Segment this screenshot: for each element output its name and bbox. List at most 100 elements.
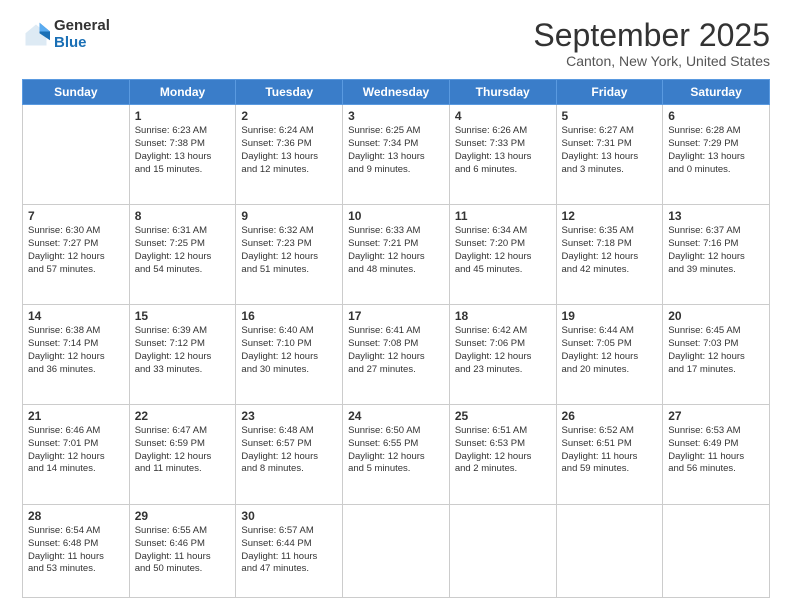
cell-content: Sunrise: 6:24 AM Sunset: 7:36 PM Dayligh… — [241, 125, 337, 176]
table-row: 5 Sunrise: 6:27 AM Sunset: 7:31 PM Daylig… — [556, 105, 663, 205]
table-row: 21 Sunrise: 6:46 AM Sunset: 7:01 PM Dayli… — [23, 405, 130, 505]
location: Canton, New York, United States — [533, 53, 770, 69]
day-number: 24 — [348, 409, 444, 423]
cell-content: Sunrise: 6:26 AM Sunset: 7:33 PM Dayligh… — [455, 125, 551, 176]
day-number: 21 — [28, 409, 124, 423]
cell-content: Sunrise: 6:52 AM Sunset: 6:51 PM Dayligh… — [562, 425, 658, 476]
table-row — [23, 105, 130, 205]
table-row: 17Sunrise: 6:41 AM Sunset: 7:08 PM Dayli… — [343, 305, 450, 405]
day-number: 5 — [562, 109, 658, 123]
cell-content: Sunrise: 6:32 AM Sunset: 7:23 PM Dayligh… — [241, 225, 337, 276]
day-number: 29 — [135, 509, 231, 523]
page: General Blue September 2025 Canton, New … — [0, 0, 792, 612]
table-row: 14 Sunrise: 6:38 AM Sunset: 7:14 PM Dayli… — [23, 305, 130, 405]
cell-content: Sunrise: 6:47 AM Sunset: 6:59 PM Dayligh… — [135, 425, 231, 476]
day-number: 7 — [28, 209, 124, 223]
table-row: 27 Sunrise: 6:53 AM Sunset: 6:49 PM Dayli… — [663, 405, 770, 505]
cell-content: Sunrise: 6:42 AM Sunset: 7:06 PM Dayligh… — [455, 325, 551, 376]
day-number: 18 — [455, 309, 551, 323]
day-number: 1 — [135, 109, 231, 123]
table-row: 12 Sunrise: 6:35 AM Sunset: 7:18 PM Dayli… — [556, 205, 663, 305]
table-row: 30 Sunrise: 6:57 AM Sunset: 6:44 PM Dayli… — [236, 505, 343, 598]
day-number: 13 — [668, 209, 764, 223]
col-tuesday: Tuesday — [236, 80, 343, 105]
day-number: 8 — [135, 209, 231, 223]
month-title: September 2025 — [533, 18, 770, 53]
cell-content: Sunrise: 6:46 AM Sunset: 7:01 PM Dayligh… — [28, 425, 124, 476]
day-number: 19 — [562, 309, 658, 323]
day-number: 26 — [562, 409, 658, 423]
table-row: 6Sunrise: 6:28 AM Sunset: 7:29 PM Daylig… — [663, 105, 770, 205]
day-number: 27 — [668, 409, 764, 423]
cell-content: Sunrise: 6:25 AM Sunset: 7:34 PM Dayligh… — [348, 125, 444, 176]
cell-content: Sunrise: 6:35 AM Sunset: 7:18 PM Dayligh… — [562, 225, 658, 276]
cell-content: Sunrise: 6:51 AM Sunset: 6:53 PM Dayligh… — [455, 425, 551, 476]
table-row: 25 Sunrise: 6:51 AM Sunset: 6:53 PM Dayli… — [449, 405, 556, 505]
cell-content: Sunrise: 6:53 AM Sunset: 6:49 PM Dayligh… — [668, 425, 764, 476]
day-number: 14 — [28, 309, 124, 323]
table-row: 20 Sunrise: 6:45 AM Sunset: 7:03 PM Dayli… — [663, 305, 770, 405]
logo-icon — [22, 21, 50, 49]
col-monday: Monday — [129, 80, 236, 105]
day-number: 15 — [135, 309, 231, 323]
table-row: 1 Sunrise: 6:23 AM Sunset: 7:38 PM Daylig… — [129, 105, 236, 205]
table-row: 8 Sunrise: 6:31 AM Sunset: 7:25 PM Daylig… — [129, 205, 236, 305]
table-row — [663, 505, 770, 598]
day-number: 12 — [562, 209, 658, 223]
logo: General Blue — [22, 18, 110, 51]
cell-content: Sunrise: 6:54 AM Sunset: 6:48 PM Dayligh… — [28, 525, 124, 576]
cell-content: Sunrise: 6:48 AM Sunset: 6:57 PM Dayligh… — [241, 425, 337, 476]
day-number: 25 — [455, 409, 551, 423]
table-row: 16 Sunrise: 6:40 AM Sunset: 7:10 PM Dayli… — [236, 305, 343, 405]
cell-content: Sunrise: 6:39 AM Sunset: 7:12 PM Dayligh… — [135, 325, 231, 376]
cell-content: Sunrise: 6:45 AM Sunset: 7:03 PM Dayligh… — [668, 325, 764, 376]
col-saturday: Saturday — [663, 80, 770, 105]
day-number: 4 — [455, 109, 551, 123]
day-number: 6 — [668, 109, 764, 123]
table-row: 11Sunrise: 6:34 AM Sunset: 7:20 PM Dayli… — [449, 205, 556, 305]
cell-content: Sunrise: 6:27 AM Sunset: 7:31 PM Dayligh… — [562, 125, 658, 176]
day-number: 3 — [348, 109, 444, 123]
table-row: 22 Sunrise: 6:47 AM Sunset: 6:59 PM Dayli… — [129, 405, 236, 505]
cell-content: Sunrise: 6:40 AM Sunset: 7:10 PM Dayligh… — [241, 325, 337, 376]
table-row — [449, 505, 556, 598]
cell-content: Sunrise: 6:57 AM Sunset: 6:44 PM Dayligh… — [241, 525, 337, 576]
cell-content: Sunrise: 6:38 AM Sunset: 7:14 PM Dayligh… — [28, 325, 124, 376]
table-row: 2Sunrise: 6:24 AM Sunset: 7:36 PM Daylig… — [236, 105, 343, 205]
col-wednesday: Wednesday — [343, 80, 450, 105]
table-row: 23Sunrise: 6:48 AM Sunset: 6:57 PM Dayli… — [236, 405, 343, 505]
cell-content: Sunrise: 6:55 AM Sunset: 6:46 PM Dayligh… — [135, 525, 231, 576]
cell-content: Sunrise: 6:31 AM Sunset: 7:25 PM Dayligh… — [135, 225, 231, 276]
header: General Blue September 2025 Canton, New … — [22, 18, 770, 69]
logo-general: General — [54, 18, 110, 35]
table-row: 26 Sunrise: 6:52 AM Sunset: 6:51 PM Dayli… — [556, 405, 663, 505]
day-number: 28 — [28, 509, 124, 523]
col-friday: Friday — [556, 80, 663, 105]
table-row — [343, 505, 450, 598]
table-row: 19 Sunrise: 6:44 AM Sunset: 7:05 PM Dayli… — [556, 305, 663, 405]
calendar-header-row: Sunday Monday Tuesday Wednesday Thursday… — [23, 80, 770, 105]
cell-content: Sunrise: 6:50 AM Sunset: 6:55 PM Dayligh… — [348, 425, 444, 476]
day-number: 9 — [241, 209, 337, 223]
table-row: 7 Sunrise: 6:30 AM Sunset: 7:27 PM Daylig… — [23, 205, 130, 305]
calendar: Sunday Monday Tuesday Wednesday Thursday… — [22, 79, 770, 598]
table-row — [556, 505, 663, 598]
cell-content: Sunrise: 6:33 AM Sunset: 7:21 PM Dayligh… — [348, 225, 444, 276]
cell-content: Sunrise: 6:30 AM Sunset: 7:27 PM Dayligh… — [28, 225, 124, 276]
day-number: 17 — [348, 309, 444, 323]
day-number: 22 — [135, 409, 231, 423]
day-number: 10 — [348, 209, 444, 223]
day-number: 11 — [455, 209, 551, 223]
day-number: 20 — [668, 309, 764, 323]
table-row: 9 Sunrise: 6:32 AM Sunset: 7:23 PM Daylig… — [236, 205, 343, 305]
table-row: 28 Sunrise: 6:54 AM Sunset: 6:48 PM Dayli… — [23, 505, 130, 598]
title-block: September 2025 Canton, New York, United … — [533, 18, 770, 69]
col-sunday: Sunday — [23, 80, 130, 105]
day-number: 30 — [241, 509, 337, 523]
cell-content: Sunrise: 6:37 AM Sunset: 7:16 PM Dayligh… — [668, 225, 764, 276]
day-number: 16 — [241, 309, 337, 323]
table-row: 29 Sunrise: 6:55 AM Sunset: 6:46 PM Dayli… — [129, 505, 236, 598]
table-row: 10 Sunrise: 6:33 AM Sunset: 7:21 PM Dayli… — [343, 205, 450, 305]
cell-content: Sunrise: 6:44 AM Sunset: 7:05 PM Dayligh… — [562, 325, 658, 376]
cell-content: Sunrise: 6:23 AM Sunset: 7:38 PM Dayligh… — [135, 125, 231, 176]
